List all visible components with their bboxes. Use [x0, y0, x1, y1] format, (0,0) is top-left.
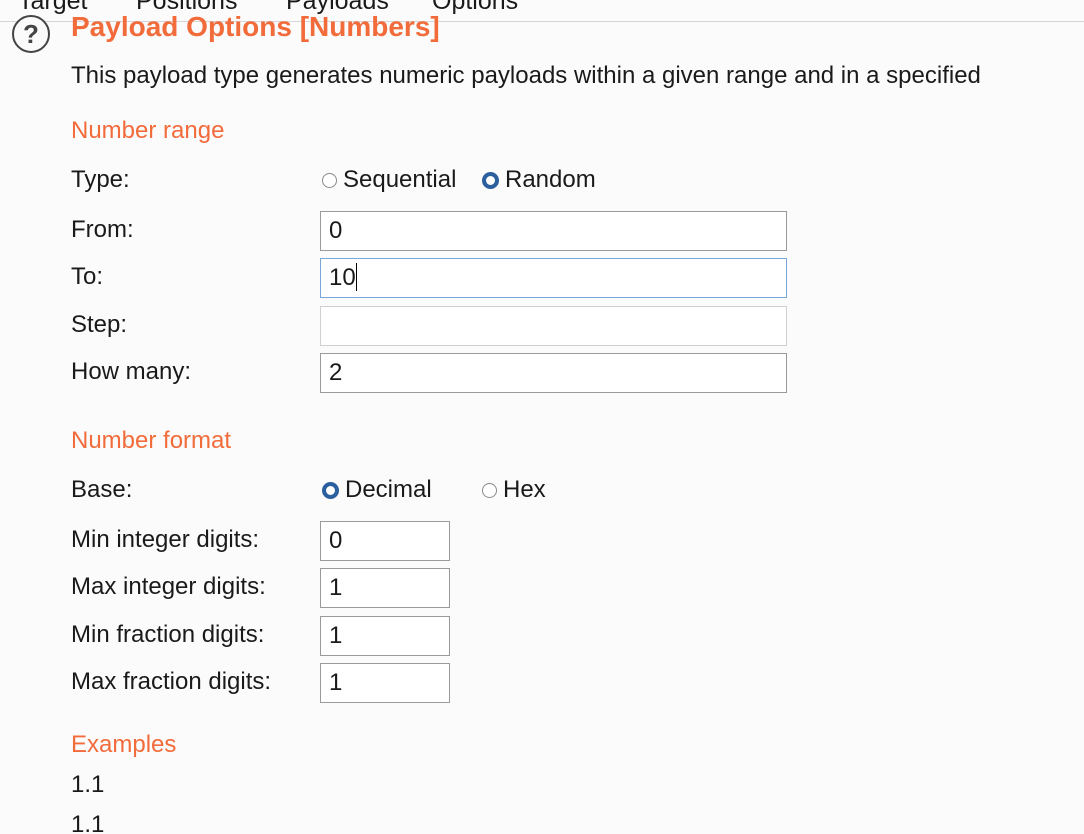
step-input[interactable] — [320, 306, 787, 346]
radio-hex[interactable]: Hex — [482, 476, 546, 504]
radio-sequential-label: Sequential — [343, 166, 457, 193]
number-range-heading: Number range — [71, 117, 225, 144]
radio-hex-indicator[interactable] — [482, 482, 497, 498]
min-integer-digits-input[interactable]: 0 — [320, 521, 450, 561]
tab-options[interactable]: Options — [432, 0, 518, 16]
from-input[interactable]: 0 — [320, 211, 787, 251]
from-label: From: — [71, 216, 134, 243]
to-input-value: 10 — [329, 264, 356, 291]
examples-heading: Examples — [71, 731, 177, 758]
radio-random-label: Random — [505, 166, 596, 193]
radio-sequential-indicator[interactable] — [322, 172, 337, 188]
max-integer-digits-input[interactable]: 1 — [320, 568, 450, 608]
to-input[interactable]: 10 — [320, 258, 787, 298]
radio-random[interactable]: Random — [482, 166, 596, 194]
example-item: 1.1 — [71, 811, 105, 834]
min-fraction-digits-input[interactable]: 1 — [320, 616, 450, 656]
radio-decimal-indicator[interactable] — [322, 481, 339, 499]
max-integer-digits-label: Max integer digits: — [71, 573, 266, 600]
radio-decimal-label: Decimal — [345, 476, 432, 503]
radio-decimal[interactable]: Decimal — [322, 476, 432, 504]
how-many-input[interactable]: 2 — [320, 353, 787, 393]
radio-sequential[interactable]: Sequential — [322, 166, 456, 194]
number-format-heading: Number format — [71, 427, 232, 454]
max-fraction-digits-input[interactable]: 1 — [320, 663, 450, 703]
radio-random-indicator[interactable] — [482, 171, 499, 189]
radio-hex-label: Hex — [503, 476, 546, 503]
text-caret — [355, 262, 357, 291]
base-label: Base: — [71, 476, 133, 503]
type-label: Type: — [71, 166, 130, 193]
to-label: To: — [71, 263, 104, 290]
example-item: 1.1 — [71, 771, 105, 798]
max-fraction-digits-label: Max fraction digits: — [71, 668, 272, 695]
min-fraction-digits-label: Min fraction digits: — [71, 621, 265, 648]
payload-options-page: Target Positions Payloads Options ? Payl… — [0, 0, 1084, 834]
how-many-label: How many: — [71, 358, 192, 385]
min-integer-digits-label: Min integer digits: — [71, 526, 260, 553]
payload-description: This payload type generates numeric payl… — [71, 62, 981, 89]
step-label: Step: — [71, 311, 128, 338]
help-icon[interactable]: ? — [12, 15, 50, 53]
section-title: Payload Options [Numbers] — [71, 11, 440, 42]
